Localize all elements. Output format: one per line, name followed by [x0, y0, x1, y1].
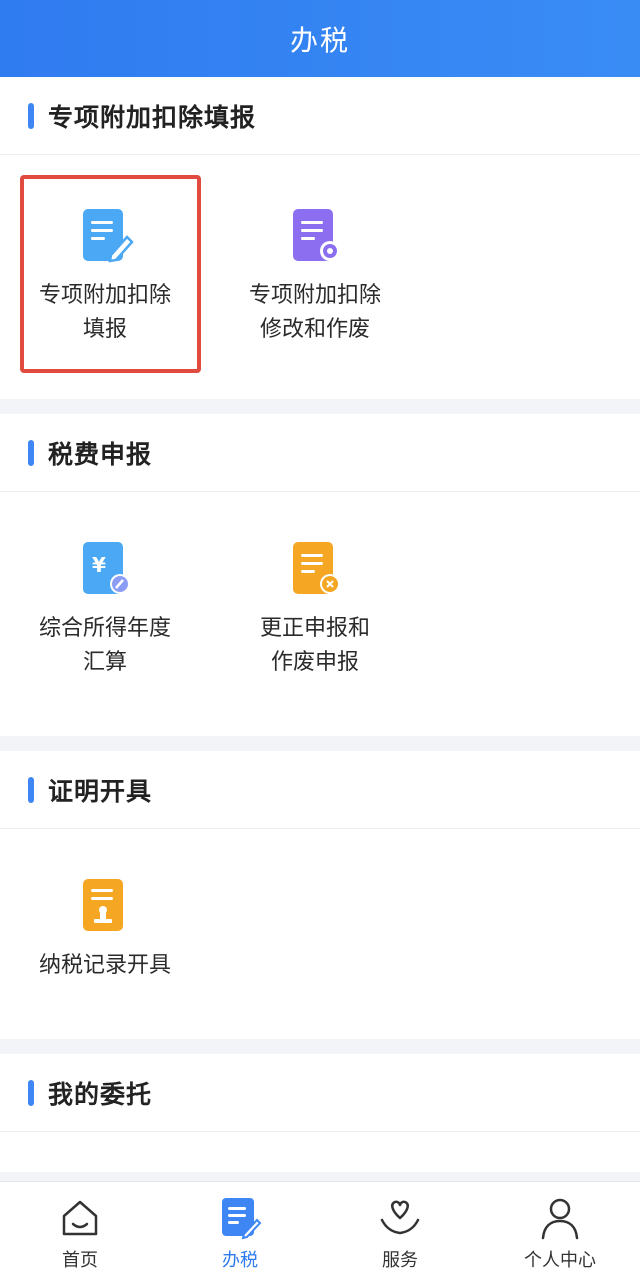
tile-label: 纳税记录开具 [38, 953, 171, 978]
tab-service[interactable]: 服务 [320, 1182, 480, 1281]
document-cancel-icon [293, 542, 340, 594]
section-header: 税费申报 [0, 414, 640, 492]
tile-special-deduction-modify[interactable]: 专项附加扣除 修改和作废 [210, 205, 420, 347]
tab-label: 首页 [62, 1250, 98, 1271]
tile-tax-record[interactable]: 纳税记录开具 [0, 875, 210, 983]
tile-label: 综合所得年度 汇算 [38, 616, 171, 675]
section-title: 税费申报 [48, 439, 153, 469]
page-title: 办税 [289, 23, 350, 57]
tab-label: 服务 [382, 1250, 418, 1271]
tile-label: 更正申报和 作废申报 [259, 616, 370, 675]
tile-correct-cancel-declaration[interactable]: 更正申报和 作废申报 [210, 538, 420, 680]
heart-hands-icon [380, 1200, 420, 1235]
tab-tax[interactable]: 办税 [160, 1182, 320, 1281]
section-my-delegation: 我的委托 [0, 1054, 640, 1172]
tile-label: 专项附加扣除 修改和作废 [248, 283, 381, 342]
section-header[interactable]: 我的委托 [0, 1054, 640, 1132]
highlight-box [20, 175, 201, 373]
section-title: 证明开具 [48, 776, 153, 806]
section-title: 专项附加扣除填报 [48, 102, 257, 132]
home-icon [62, 1200, 98, 1236]
tab-home[interactable]: 首页 [0, 1182, 160, 1281]
section-accent-bar [28, 776, 34, 803]
section-accent-bar [28, 1079, 34, 1106]
stamp-document-icon [83, 879, 123, 931]
section-title: 我的委托 [48, 1079, 153, 1109]
section-header: 证明开具 [0, 751, 640, 829]
tax-document-icon [222, 1198, 262, 1240]
section-accent-bar [28, 102, 34, 129]
tab-profile[interactable]: 个人中心 [480, 1182, 640, 1281]
app-header: 办税 [0, 0, 640, 77]
svg-text:¥: ¥ [92, 553, 106, 577]
section-accent-bar [28, 439, 34, 466]
bottom-tab-bar: 首页 办税 服务 个人中心 [0, 1181, 640, 1281]
tab-label: 办税 [222, 1250, 258, 1271]
yuan-document-icon: ¥ [83, 542, 130, 594]
section-tax-declaration: 税费申报 ¥ 综合所得年度 汇算 更正申报和 作废申报 [0, 414, 640, 736]
document-settings-icon [293, 209, 340, 261]
section-header: 专项附加扣除填报 [0, 77, 640, 155]
tab-label: 个人中心 [524, 1250, 596, 1271]
tile-annual-settlement[interactable]: ¥ 综合所得年度 汇算 [0, 538, 210, 680]
person-icon [541, 1198, 579, 1240]
section-certificate: 证明开具 纳税记录开具 [0, 751, 640, 1039]
